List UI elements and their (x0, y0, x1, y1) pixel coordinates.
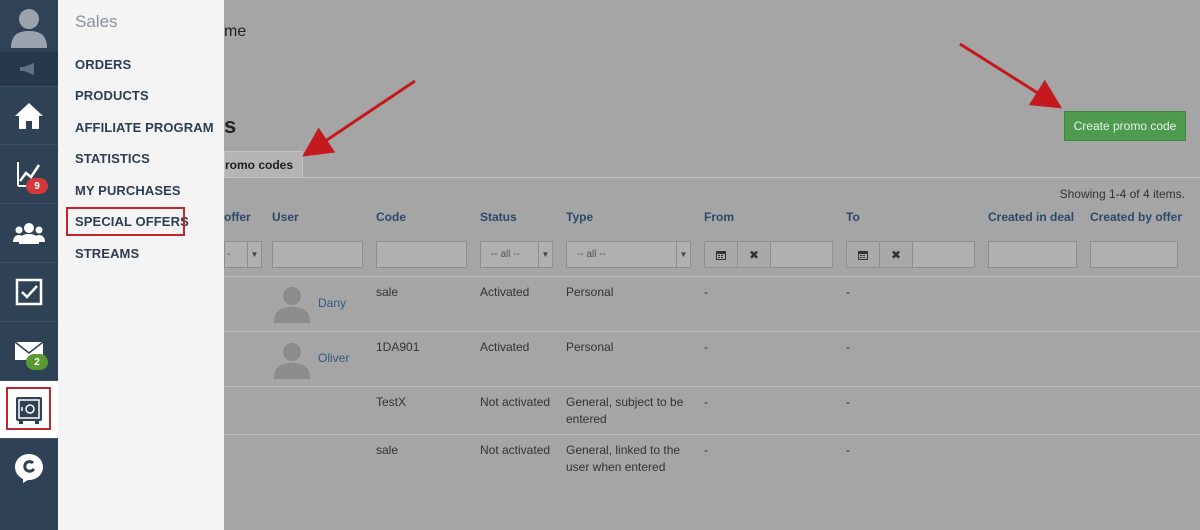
row-4-to: - (846, 443, 850, 457)
arrow-to-create-button (959, 42, 1063, 109)
row-2-from: - (704, 340, 708, 354)
row-divider (224, 386, 1200, 387)
special-offers-highlight (66, 207, 185, 236)
row-2-type: Personal (566, 340, 614, 354)
to-calendar-button[interactable] (846, 241, 880, 268)
checkbox-icon (15, 278, 43, 305)
column-header-from[interactable]: From (704, 210, 734, 224)
row-divider (224, 276, 1200, 277)
to-clear-button[interactable]: ✖ (879, 241, 913, 268)
row-1-type: Personal (566, 285, 614, 299)
offer-filter-value: - (227, 249, 231, 260)
row-3-from: - (704, 395, 708, 409)
column-header-offer[interactable]: offer (224, 210, 251, 224)
chevron-down-icon: ▼ (247, 242, 261, 267)
row-divider (224, 331, 1200, 332)
row-2-status: Activated (480, 340, 530, 354)
column-header-status[interactable]: Status (480, 210, 517, 224)
notifications-toggle[interactable] (0, 52, 58, 86)
chevron-down-icon: ▼ (538, 242, 552, 267)
menu-item-my-purchases[interactable]: MY PURCHASES (75, 183, 181, 198)
menu-item-affiliate-program[interactable]: AFFILIATE PROGRAM (75, 120, 214, 135)
row-1-from: - (704, 285, 708, 299)
arrow-to-tab (302, 79, 416, 157)
user-filter-input[interactable] (272, 241, 363, 268)
menu-item-statistics[interactable]: STATISTICS (75, 151, 150, 166)
flyout-title: Sales (75, 12, 118, 31)
profile-avatar[interactable] (0, 0, 58, 52)
status-filter-value: -- all -- (491, 249, 520, 260)
row-1-user[interactable]: Dany (318, 295, 346, 312)
chevron-down-icon: ▼ (676, 242, 690, 267)
sales-rail-highlight (6, 387, 51, 430)
status-filter-select[interactable]: -- all -- ▼ (480, 241, 553, 268)
row-divider (224, 434, 1200, 435)
rail-item-users[interactable] (0, 203, 58, 261)
row-3-type: General, subject to be entered (566, 395, 684, 426)
user-avatar-icon (274, 287, 310, 323)
page-title: s (224, 113, 237, 138)
close-icon: ✖ (890, 247, 902, 262)
icon-rail: 9 2 (0, 0, 58, 530)
create-promo-code-button[interactable]: Create promo code (1064, 111, 1186, 141)
row-1-code: sale (376, 285, 399, 299)
column-header-type[interactable]: Type (566, 210, 593, 224)
home-icon (15, 102, 43, 129)
row-3-status: Not activated (480, 395, 551, 409)
megaphone-icon (20, 63, 34, 75)
row-1-status: Activated (480, 285, 530, 299)
statistics-badge: 9 (26, 178, 48, 194)
close-icon: ✖ (748, 247, 760, 262)
from-clear-button[interactable]: ✖ (737, 241, 771, 268)
row-2-code: 1DA901 (376, 340, 420, 354)
tab-divider (224, 177, 1200, 178)
items-summary: Showing 1-4 of 4 items. (1059, 187, 1185, 201)
column-header-created-by-offer[interactable]: Created by offer (1090, 210, 1182, 224)
code-filter-input[interactable] (376, 241, 467, 268)
row-3-to: - (846, 395, 850, 409)
menu-item-streams[interactable]: STREAMS (75, 246, 139, 261)
column-header-code[interactable]: Code (376, 210, 406, 224)
users-icon (13, 222, 45, 244)
menu-item-orders[interactable]: ORDERS (75, 57, 131, 72)
rail-item-tasks[interactable] (0, 262, 58, 320)
row-2-user[interactable]: Oliver (318, 350, 349, 367)
rail-item-home[interactable] (0, 86, 58, 144)
row-4-from: - (704, 443, 708, 457)
offer-filter-select[interactable]: - ▼ (224, 241, 262, 268)
row-3-code: TestX (376, 395, 407, 409)
row-4-type: General, linked to the user when entered (566, 443, 681, 474)
chat-icon (15, 453, 43, 483)
row-2-to: - (846, 340, 850, 354)
from-date-input[interactable] (770, 241, 833, 268)
user-avatar-icon (274, 343, 310, 379)
mail-badge: 2 (26, 354, 48, 370)
rail-item-mail[interactable]: 2 (0, 321, 58, 379)
calendar-icon (716, 250, 726, 260)
type-filter-value: -- all -- (577, 249, 606, 260)
user-avatar-icon (11, 9, 47, 48)
tab-promo-codes[interactable]: romo codes (224, 151, 303, 177)
rail-item-statistics[interactable]: 9 (0, 144, 58, 202)
from-calendar-button[interactable] (704, 241, 738, 268)
column-header-user[interactable]: User (272, 210, 299, 224)
to-date-input[interactable] (912, 241, 975, 268)
column-header-created-in-deal[interactable]: Created in deal (988, 210, 1074, 224)
row-1-to: - (846, 285, 850, 299)
calendar-icon (858, 250, 868, 260)
created-by-offer-filter-input[interactable] (1090, 241, 1178, 268)
row-4-status: Not activated (480, 443, 551, 457)
sales-flyout-menu: Sales ORDERS PRODUCTS AFFILIATE PROGRAM … (58, 0, 224, 530)
row-4-code: sale (376, 443, 399, 457)
created-in-deal-filter-input[interactable] (988, 241, 1077, 268)
type-filter-select[interactable]: -- all -- ▼ (566, 241, 691, 268)
menu-item-products[interactable]: PRODUCTS (75, 88, 149, 103)
rail-item-chat[interactable] (0, 438, 58, 496)
column-header-to[interactable]: To (846, 210, 860, 224)
page-header-text: me (224, 23, 247, 40)
